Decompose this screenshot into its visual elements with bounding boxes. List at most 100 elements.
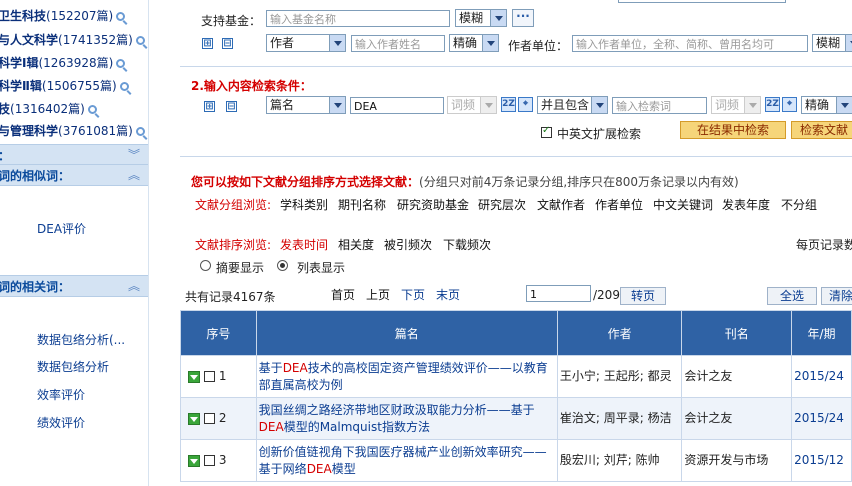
related-word-link[interactable]: 绩效评价 — [37, 414, 85, 431]
group-item-none[interactable]: 不分组 — [781, 196, 817, 213]
search-icon[interactable] — [135, 127, 145, 136]
unit-match-select[interactable]: 模糊 — [812, 34, 852, 52]
title-cell[interactable]: 我国丝绸之路经济带地区财政汲取能力分析——基于 DEA模型的Malmquist指数… — [255, 397, 558, 440]
search-icon[interactable] — [135, 36, 145, 45]
title-cell[interactable]: 基于DEA技术的高校固定资产管理绩效评价——以教育部直属高校为例 — [255, 355, 558, 398]
group-item-unit[interactable]: 作者单位 — [595, 196, 643, 213]
group-item-subject[interactable]: 学科类别 — [280, 196, 328, 213]
title-text[interactable]: 模型的Malmquist指数方法 — [284, 420, 430, 434]
cut-off-input[interactable] — [618, 0, 786, 3]
chevron-down-icon[interactable]: ︾ — [128, 146, 140, 163]
frequency-select[interactable]: 词频 — [447, 96, 497, 114]
group-item-journal[interactable]: 期刊名称 — [338, 196, 386, 213]
abstract-view-radio[interactable] — [200, 260, 211, 271]
journal-cell[interactable]: 资源开发与市场 — [681, 439, 793, 482]
category-name[interactable]: 与管理科学 — [0, 124, 58, 138]
author-input[interactable]: 输入作者姓名 — [351, 35, 445, 52]
category-name[interactable]: 卫生科技 — [0, 9, 46, 23]
next-page-link[interactable]: 下页 — [401, 286, 425, 303]
sort-by-relevance[interactable]: 相关度 — [338, 236, 374, 253]
col-header-author[interactable]: 作者 — [556, 310, 683, 356]
category-item[interactable]: 与管理科学(3761081篇) — [0, 122, 145, 140]
remove-row-icon[interactable]: ⊟ — [226, 101, 237, 112]
page-number-input[interactable]: 1 — [526, 285, 591, 302]
title-cell[interactable]: 创新价值链视角下我国医疗器械产业创新效率研究——基于网络DEA模型 — [255, 439, 558, 482]
add-row-icon[interactable]: ⊞ — [202, 38, 213, 49]
col-header-issue[interactable]: 年/期 — [791, 310, 852, 356]
prev-page-link[interactable]: 上页 — [366, 286, 390, 303]
fund-input[interactable]: 输入基金名称 — [266, 10, 450, 27]
expand-icon[interactable]: ⌖ — [518, 97, 533, 112]
group-item-keyword[interactable]: 中文关键词 — [653, 196, 713, 213]
logic-operator-select[interactable]: 并且包含 — [537, 96, 608, 114]
keyword-input[interactable]: DEA — [350, 97, 444, 114]
search-docs-button[interactable]: 检索文献 — [791, 121, 852, 139]
search-icon[interactable] — [119, 82, 129, 91]
search-in-results-button[interactable]: 在结果中检索 — [680, 121, 786, 139]
search-icon[interactable] — [116, 59, 126, 68]
match-select-2[interactable]: 精确 — [801, 96, 852, 114]
title-text[interactable]: 我国丝绸之路经济带地区财政汲取能力分析——基于 — [259, 403, 535, 417]
similar-words-header[interactable]: 词的相似词： ︽ — [0, 164, 148, 186]
first-page-link[interactable]: 首页 — [331, 286, 355, 303]
sort-by-citations[interactable]: 被引频次 — [384, 236, 432, 253]
issue-cell[interactable]: 2015/24 — [791, 397, 852, 440]
issue-cell[interactable]: 2015/24 — [791, 355, 852, 398]
content-field-select[interactable]: 篇名 — [266, 96, 346, 114]
row-checkbox[interactable] — [204, 413, 215, 424]
author-field-select[interactable]: 作者 — [266, 34, 346, 52]
group-item-year[interactable]: 发表年度 — [722, 196, 770, 213]
related-words-header[interactable]: 词的相关词： ︽ — [0, 275, 148, 297]
col-header-no[interactable]: 序号 — [180, 310, 257, 356]
title-text[interactable]: 创新价值链视角下我国医疗器械产业创新效率研究——基于网络 — [259, 445, 547, 476]
category-name[interactable]: 技 — [0, 102, 10, 116]
word-frequency-icon[interactable]: 2Z — [501, 97, 516, 112]
row-checkbox[interactable] — [204, 371, 215, 382]
group-item-author[interactable]: 文献作者 — [537, 196, 585, 213]
category-item[interactable]: 与人文科学(1741352篇) — [0, 31, 145, 49]
chevron-up-icon[interactable]: ︽ — [128, 277, 140, 294]
group-item-level[interactable]: 研究层次 — [478, 196, 526, 213]
title-highlight[interactable]: DEA — [307, 462, 332, 476]
chevron-up-icon[interactable]: ︽ — [128, 166, 140, 183]
download-icon[interactable] — [188, 370, 200, 383]
related-word-link[interactable]: 数据包络分析(... — [37, 331, 125, 348]
clear-button[interactable]: 清除 — [821, 287, 852, 305]
select-all-button[interactable]: 全选 — [767, 287, 817, 305]
frequency-select-2[interactable]: 词频 — [711, 96, 761, 114]
sort-by-date[interactable]: 发表时间 — [280, 236, 328, 253]
go-to-page-button[interactable]: 转页 — [620, 287, 666, 305]
row-checkbox[interactable] — [204, 455, 215, 466]
title-highlight[interactable]: DEA — [283, 361, 308, 375]
category-name[interactable]: 科学Ⅱ辑 — [0, 79, 42, 93]
category-name[interactable]: 科学Ⅰ辑 — [0, 56, 38, 70]
journal-cell[interactable]: 会计之友 — [681, 397, 793, 440]
authors-cell[interactable]: 王小宁; 王起彤; 都灵 — [556, 355, 683, 398]
search-icon[interactable] — [87, 105, 97, 114]
category-name[interactable]: 与人文科学 — [0, 33, 58, 47]
word-frequency-icon[interactable]: 2Z — [765, 97, 780, 112]
title-text[interactable]: 模型 — [332, 462, 356, 476]
sort-by-downloads[interactable]: 下载频次 — [443, 236, 491, 253]
download-icon[interactable] — [188, 412, 200, 425]
authors-cell[interactable]: 殷宏川; 刘芹; 陈帅 — [556, 439, 683, 482]
category-item[interactable]: 科学Ⅰ辑(1263928篇) — [0, 54, 126, 72]
author-match-select[interactable]: 精确 — [449, 34, 499, 52]
group-item-fund[interactable]: 研究资助基金 — [397, 196, 469, 213]
similar-word-link[interactable]: DEA评价 — [37, 220, 86, 237]
remove-row-icon[interactable]: ⊟ — [222, 38, 233, 49]
col-header-journal[interactable]: 刊名 — [681, 310, 793, 356]
related-word-link[interactable]: 效率评价 — [37, 386, 85, 403]
authors-cell[interactable]: 崔治文; 周平录; 杨洁 — [556, 397, 683, 440]
more-options-button[interactable]: ··· — [512, 9, 534, 27]
category-item[interactable]: 科学Ⅱ辑(1506755篇) — [0, 77, 129, 95]
issue-cell[interactable]: 2015/12 — [791, 439, 852, 482]
list-view-radio[interactable] — [277, 260, 288, 271]
add-row-icon[interactable]: ⊞ — [204, 101, 215, 112]
second-keyword-input[interactable]: 输入检索词 — [612, 97, 707, 114]
journal-cell[interactable]: 会计之友 — [681, 355, 793, 398]
category-item[interactable]: 技(1316402篇) — [0, 100, 97, 118]
col-header-title[interactable]: 篇名 — [255, 310, 558, 356]
last-page-link[interactable]: 末页 — [436, 286, 460, 303]
author-unit-input[interactable]: 输入作者单位，全称、简称、曾用名均可 — [572, 35, 808, 52]
